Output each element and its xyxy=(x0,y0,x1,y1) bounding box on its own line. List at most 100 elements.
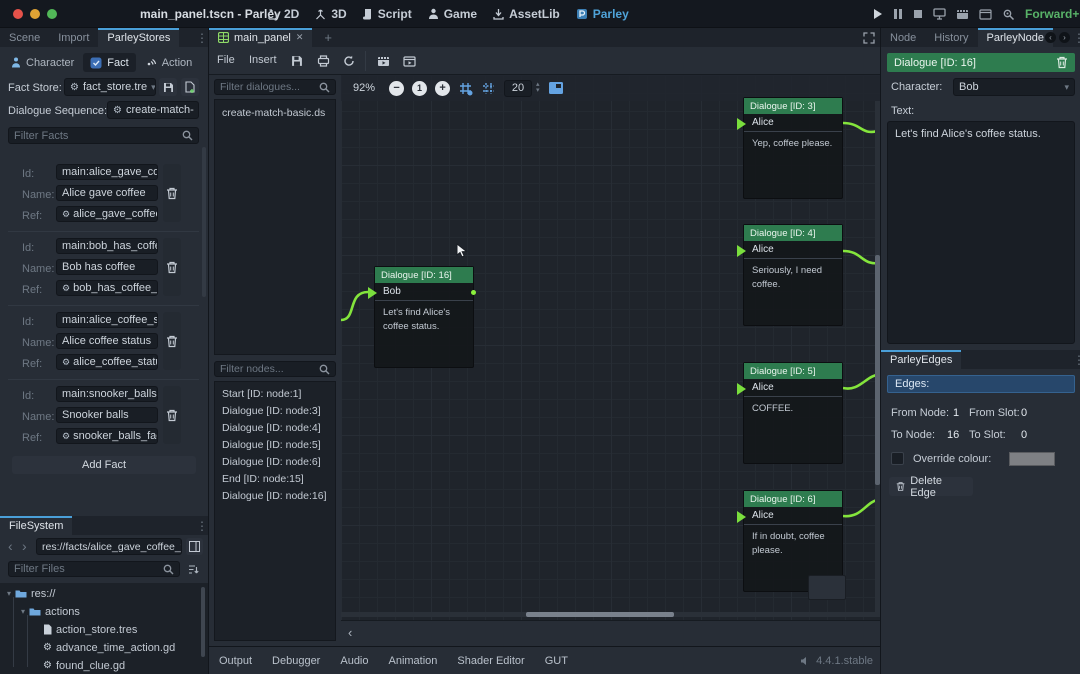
node-list-item[interactable]: Start [ID: node:1] xyxy=(215,385,335,402)
snap-distance-input[interactable]: 20 xyxy=(504,80,532,97)
filter-files-input[interactable]: Filter Files xyxy=(8,561,180,577)
add-fact-button[interactable]: Add Fact xyxy=(12,456,196,474)
bottom-tab-shader-editor[interactable]: Shader Editor xyxy=(457,655,524,667)
graph-hscroll-thumb[interactable] xyxy=(526,612,674,617)
partial-node[interactable] xyxy=(808,575,846,600)
save-dialogue-button[interactable] xyxy=(287,51,307,71)
override-colour-swatch[interactable] xyxy=(1009,452,1055,466)
path-field[interactable]: res://facts/alice_gave_coffee_fact.g xyxy=(36,538,182,555)
delete-node-button[interactable] xyxy=(1056,56,1068,69)
bottom-tab-audio[interactable]: Audio xyxy=(340,655,368,667)
tab-prev-button[interactable]: ‹ xyxy=(1045,32,1056,43)
remote-debug-icon[interactable] xyxy=(933,8,946,20)
fact-name-input[interactable]: Alice coffee status xyxy=(56,333,158,349)
mute-icon[interactable] xyxy=(800,656,810,666)
new-tab-button[interactable]: + xyxy=(324,30,332,45)
expand-bottom-panel-icon[interactable] xyxy=(863,32,875,44)
node-list-item[interactable]: End [ID: node:15] xyxy=(215,470,335,487)
graph-node-dialogue-4[interactable]: Dialogue [ID: 4] Alice Seriously, I need… xyxy=(743,224,843,326)
dialogue-graph[interactable]: 92% − 1 + 20 ▴ ▾ Di xyxy=(341,75,881,620)
fact-id-input[interactable]: main:alice_gave_coffee xyxy=(56,164,158,180)
customize-run-icon[interactable] xyxy=(1002,8,1015,20)
graph-hscroll-track[interactable] xyxy=(341,612,881,617)
bottom-tab-debugger[interactable]: Debugger xyxy=(272,655,320,667)
tab-2d[interactable]: 2D xyxy=(268,7,299,21)
node-list-item[interactable]: Dialogue [ID: node:4] xyxy=(215,419,335,436)
input-port-icon[interactable] xyxy=(737,118,746,130)
filter-facts-input[interactable]: Filter Facts xyxy=(8,127,199,144)
override-colour-checkbox[interactable] xyxy=(891,452,904,465)
graph-node-dialogue-5[interactable]: Dialogue [ID: 5] Alice COFFEE. xyxy=(743,362,843,464)
tab-3d[interactable]: 3D xyxy=(315,7,346,21)
tab-next-button[interactable]: › xyxy=(1059,32,1070,43)
zoom-out-button[interactable]: − xyxy=(389,81,404,96)
window-close-button[interactable] xyxy=(13,9,23,19)
output-port-icon[interactable] xyxy=(471,290,476,295)
tree-scrollbar[interactable] xyxy=(201,587,205,657)
split-mode-button[interactable] xyxy=(186,538,203,555)
input-port-icon[interactable] xyxy=(737,245,746,257)
new-fact-store-button[interactable] xyxy=(181,78,199,96)
graph-node-dialogue-16[interactable]: Dialogue [ID: 16] Bob Let's find Alice's… xyxy=(374,266,474,368)
dock-tab-node[interactable]: Node xyxy=(881,28,925,47)
fact-name-input[interactable]: Alice gave coffee xyxy=(56,185,158,201)
fact-name-input[interactable]: Bob has coffee xyxy=(56,259,158,275)
node-list-item[interactable]: Dialogue [ID: node:16] xyxy=(215,487,335,504)
file-sort-button[interactable] xyxy=(185,561,201,577)
zoom-in-button[interactable]: + xyxy=(435,81,450,96)
history-forward-button[interactable]: › xyxy=(22,538,27,554)
renderer-dropdown[interactable]: Forward+ ▾ xyxy=(1025,7,1080,21)
bottom-tab-gut[interactable]: GUT xyxy=(545,655,568,667)
store-tab-character[interactable]: Character xyxy=(4,53,81,72)
delete-fact-button[interactable] xyxy=(163,386,181,444)
tree-item-file[interactable]: ⚙ advance_time_action.gd xyxy=(36,639,204,656)
fact-name-input[interactable]: Snooker balls xyxy=(56,407,158,423)
movie-writer-icon[interactable] xyxy=(979,8,992,20)
store-tab-action[interactable]: Action xyxy=(138,53,200,72)
save-fact-store-button[interactable] xyxy=(159,78,177,96)
fact-ref-dropdown[interactable]: ⚙alice_gave_coffee_f▾ xyxy=(56,206,158,222)
menu-file[interactable]: File xyxy=(217,54,235,66)
history-back-button[interactable]: ‹ xyxy=(8,538,13,554)
test-dialogue-button[interactable] xyxy=(373,51,393,71)
pause-button[interactable] xyxy=(893,8,903,20)
filter-dialogues-input[interactable]: Filter dialogues... xyxy=(214,79,336,95)
node-list-item[interactable]: Dialogue [ID: node:5] xyxy=(215,436,335,453)
tab-assetlib[interactable]: AssetLib xyxy=(493,7,560,21)
dialogue-file-item[interactable]: create-match-basic.ds xyxy=(215,104,335,121)
delete-fact-button[interactable] xyxy=(163,164,181,222)
movie-maker-icon[interactable] xyxy=(956,8,969,20)
delete-edge-button[interactable]: Delete Edge xyxy=(889,477,973,496)
dock-menu-icon[interactable]: ⋮ xyxy=(196,31,208,45)
dock-tab-parleystores[interactable]: ParleyStores xyxy=(98,28,179,47)
tree-item-file[interactable]: action_store.tres xyxy=(36,621,204,638)
input-port-icon[interactable] xyxy=(737,383,746,395)
collapse-panel-icon[interactable]: ‹ xyxy=(348,625,352,640)
node-list-item[interactable]: Dialogue [ID: node:3] xyxy=(215,402,335,419)
refresh-button[interactable] xyxy=(339,51,359,71)
fact-ref-dropdown[interactable]: ⚙snooker_balls_fact.▾ xyxy=(56,428,158,444)
zoom-reset-button[interactable]: 1 xyxy=(412,81,427,96)
dock-menu-icon[interactable]: ⋮ xyxy=(1073,353,1080,367)
test-dialogue-from-node-button[interactable] xyxy=(399,51,419,71)
play-button[interactable] xyxy=(872,8,883,20)
fact-store-dropdown[interactable]: ⚙ fact_store.tre ▾ xyxy=(64,78,156,96)
editor-tab-main-panel[interactable]: main_panel ✕ xyxy=(209,28,312,47)
dock-tab-import[interactable]: Import xyxy=(49,28,98,47)
dock-tab-history[interactable]: History xyxy=(925,28,977,47)
input-port-icon[interactable] xyxy=(737,511,746,523)
dock-tab-filesystem[interactable]: FileSystem xyxy=(0,516,72,535)
window-zoom-button[interactable] xyxy=(47,9,57,19)
grid-toggle-icon[interactable] xyxy=(481,81,496,96)
fact-id-input[interactable]: main:bob_has_coffee xyxy=(56,238,158,254)
fact-id-input[interactable]: main:alice_coffee_status xyxy=(56,312,158,328)
store-tab-fact[interactable]: Fact xyxy=(83,53,135,72)
spin-down-icon[interactable]: ▾ xyxy=(536,88,540,94)
tree-item-file[interactable]: ⚙ found_clue.gd xyxy=(36,657,204,674)
character-dropdown[interactable]: Bob ▾ xyxy=(953,78,1075,96)
facts-scrollbar[interactable] xyxy=(202,147,206,297)
graph-node-dialogue-3[interactable]: Dialogue [ID: 3] Alice Yep, coffee pleas… xyxy=(743,97,843,199)
tree-item-res[interactable]: ▾ res:// xyxy=(0,585,200,602)
stop-button[interactable] xyxy=(913,8,923,20)
dock-tab-scene[interactable]: Scene xyxy=(0,28,49,47)
